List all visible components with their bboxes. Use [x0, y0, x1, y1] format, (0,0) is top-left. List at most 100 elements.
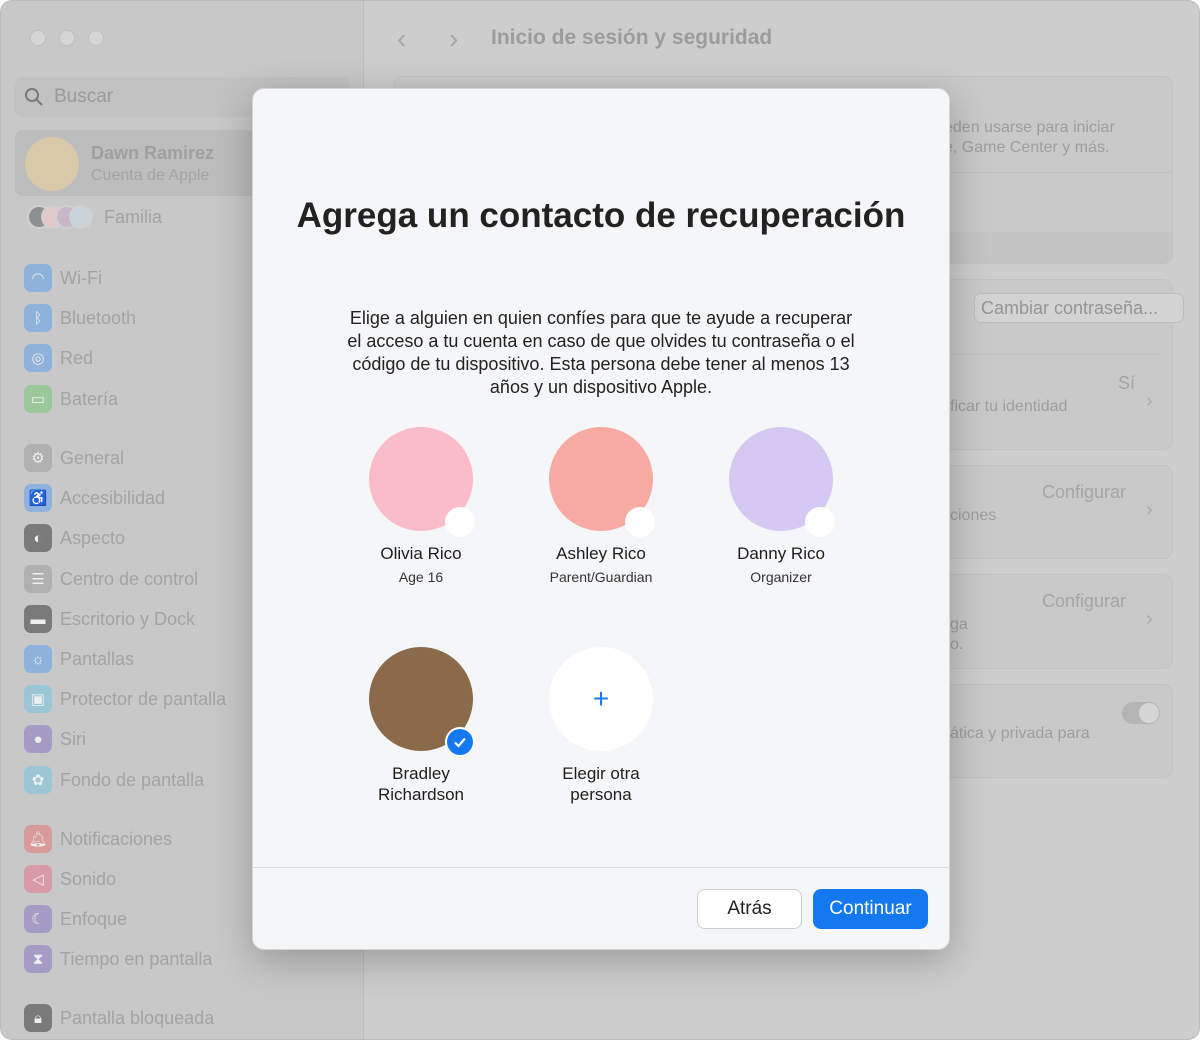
card-text: ciones — [950, 507, 997, 524]
screensaver-icon: ▣ — [24, 685, 52, 713]
sidebar-item-fondo-de-pantalla[interactable]: ✿ Fondo de pantalla — [24, 765, 204, 795]
siri-icon: ● — [24, 725, 52, 753]
avatar — [25, 137, 79, 191]
dock-icon: ▬ — [24, 605, 52, 633]
card-value: Sí — [1118, 373, 1136, 393]
bell-icon: 🔔︎ — [24, 825, 52, 853]
sidebar-item-label: Batería — [60, 388, 119, 409]
sidebar-item-protector-de-pantalla[interactable]: ▣ Protector de pantalla — [24, 684, 226, 714]
card-value: Configurar — [1042, 591, 1127, 611]
zoom-window-button[interactable] — [88, 30, 104, 46]
contact-role: Organizer — [750, 569, 812, 585]
card-text: e, Game Center y más. — [944, 139, 1110, 156]
wifi-icon: ◠ — [24, 264, 52, 292]
change-password-button[interactable]: Cambiar contraseña... — [974, 293, 1184, 323]
sidebar-item-pantalla-bloqueada[interactable]: 🔒︎ Pantalla bloqueada — [24, 1003, 214, 1033]
lock-icon: 🔒︎ — [24, 1004, 52, 1032]
contact-name: Olivia Rico — [380, 544, 462, 563]
sidebar-item-label: Centro de control — [60, 568, 199, 589]
sidebar-item-label: Accesibilidad — [60, 487, 166, 508]
forward-nav-icon[interactable]: › — [449, 23, 458, 55]
dialog-description: Elige a alguien en quien confíes para qu… — [347, 308, 855, 397]
sidebar-item-general[interactable]: ⚙ General — [24, 443, 124, 473]
contact-option[interactable]: Danny Rico Organizer — [691, 427, 871, 585]
page-title: Inicio de sesión y seguridad — [491, 26, 773, 49]
sidebar-item-tiempo-en-pantalla[interactable]: ⧗ Tiempo en pantalla — [24, 944, 212, 974]
wallpaper-icon: ✿ — [24, 766, 52, 794]
moon-icon: ☾ — [24, 905, 52, 933]
sidebar-item-label: Tiempo en pantalla — [60, 948, 213, 969]
contact-name: Danny Rico — [737, 544, 825, 563]
sidebar-item-label: Escritorio y Dock — [60, 608, 196, 629]
sidebar-item-red[interactable]: ◎ Red — [24, 343, 93, 373]
gear-icon: ⚙ — [24, 444, 52, 472]
sidebar-item-notificaciones[interactable]: 🔔︎ Notificaciones — [24, 824, 172, 854]
sidebar-item-pantallas[interactable]: ☼ Pantallas — [24, 644, 134, 674]
footer-divider — [253, 867, 949, 868]
back-nav-icon[interactable]: ‹ — [397, 23, 406, 55]
sidebar-item-label: General — [60, 447, 125, 468]
checkmark-icon — [445, 727, 475, 757]
sidebar-item-centro-de-control[interactable]: ☰ Centro de control — [24, 564, 198, 594]
sidebar-item-siri[interactable]: ● Siri — [24, 724, 86, 754]
contact-avatar — [369, 427, 475, 537]
sidebar-item-wi-fi[interactable]: ◠ Wi-Fi — [24, 263, 102, 293]
choose-other-person-button[interactable]: + Elegir otra persona — [511, 647, 691, 805]
back-button[interactable]: Atrás — [697, 889, 802, 929]
sidebar-item-enfoque[interactable]: ☾ Enfoque — [24, 904, 127, 934]
sidebar-item-label: Fondo de pantalla — [60, 769, 205, 790]
sidebar-item-label: Enfoque — [60, 908, 128, 929]
chevron-right-icon[interactable]: › — [1146, 608, 1153, 631]
sidebar-item-family[interactable]: Familia — [104, 207, 162, 228]
sidebar-item-label: Protector de pantalla — [60, 688, 227, 709]
chevron-right-icon[interactable]: › — [1146, 499, 1153, 522]
selection-circle — [805, 507, 835, 537]
contact-option[interactable]: Olivia Rico Age 16 — [331, 427, 511, 585]
contact-avatar — [369, 647, 475, 757]
sidebar-item-label: Siri — [60, 728, 86, 749]
contact-name: Bradley Richardson — [378, 764, 464, 804]
plus-icon: + — [592, 683, 610, 714]
card-value: Configurar — [1042, 482, 1127, 502]
minimize-window-button[interactable] — [59, 30, 75, 46]
sidebar-item-label: Sonido — [60, 868, 117, 889]
card-text: o. — [950, 636, 964, 653]
selection-circle — [445, 507, 475, 537]
sidebar-item-accesibilidad[interactable]: ♿ Accesibilidad — [24, 483, 165, 513]
sidebar-item-sonido[interactable]: ◁ Sonido — [24, 864, 116, 894]
continue-button[interactable]: Continuar — [813, 889, 928, 929]
sidebar-item-batería[interactable]: ▭ Batería — [24, 384, 118, 414]
sidebar-item-label: Pantalla bloqueada — [60, 1007, 215, 1028]
selection-circle — [625, 507, 655, 537]
recovery-contact-dialog: Agrega un contacto de recuperación Elige… — [252, 88, 950, 950]
contact-role: Parent/Guardian — [549, 569, 653, 585]
card-text: ga — [950, 616, 968, 633]
sun-icon: ☼ — [24, 645, 52, 673]
battery-icon: ▭ — [24, 385, 52, 413]
sidebar-item-label: Red — [60, 347, 94, 368]
hourglass-icon: ⧗ — [24, 945, 52, 973]
sidebar-item-label: Wi-Fi — [60, 267, 102, 288]
chevron-right-icon[interactable]: › — [1146, 390, 1153, 413]
sidebar-item-escritorio-y-dock[interactable]: ▬ Escritorio y Dock — [24, 604, 195, 634]
contact-name: Elegir otra persona — [562, 764, 640, 804]
account-subtitle: Cuenta de Apple — [91, 167, 210, 184]
contact-option[interactable]: Ashley Rico Parent/Guardian — [511, 427, 691, 585]
sidebar-item-aspecto[interactable]: ◐ Aspecto — [24, 523, 125, 553]
contact-option[interactable]: Bradley Richardson — [331, 647, 511, 805]
sidebar-item-label: Bluetooth — [60, 307, 137, 328]
family-avatars — [27, 205, 93, 229]
speaker-icon: ◁ — [24, 865, 52, 893]
accessibility-icon: ♿ — [24, 484, 52, 512]
close-window-button[interactable] — [30, 30, 46, 46]
account-name: Dawn Ramirez — [91, 143, 215, 163]
toggle-switch[interactable] — [1122, 702, 1160, 724]
contact-avatar — [729, 427, 835, 537]
appearance-icon: ◐ — [24, 524, 52, 552]
control-center-icon: ☰ — [24, 565, 52, 593]
search-placeholder: Buscar — [54, 86, 114, 107]
sidebar-item-bluetooth[interactable]: ᛒ Bluetooth — [24, 303, 136, 333]
contact-avatar — [549, 427, 655, 537]
bluetooth-icon: ᛒ — [24, 304, 52, 332]
sidebar-item-label: Pantallas — [60, 648, 135, 669]
